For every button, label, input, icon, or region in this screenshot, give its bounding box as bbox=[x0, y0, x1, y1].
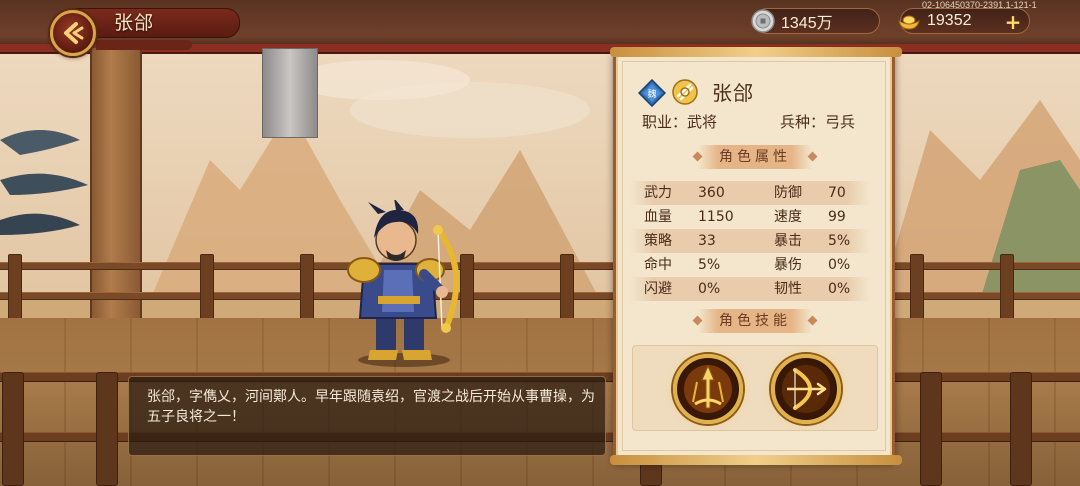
stat-label: 速度 bbox=[774, 209, 802, 225]
back-railing bbox=[0, 254, 1080, 320]
hero-biography-box: 张郃，字儁乂，河间鄚人。早年跟随袁绍，官渡之战后开始从事曹操，为五子良将之一！ bbox=[128, 376, 606, 456]
stat-label: 血量 bbox=[644, 209, 672, 225]
panel-bottom-trim bbox=[610, 455, 902, 465]
stat-value: 0% bbox=[828, 257, 851, 273]
stat-label: 闪避 bbox=[644, 281, 672, 297]
skill-button-arrow-volley[interactable] bbox=[673, 354, 743, 424]
drawn-bow-skill-icon bbox=[782, 365, 830, 413]
silver-coin-icon bbox=[751, 9, 775, 33]
stat-label: 防御 bbox=[774, 185, 802, 201]
pine-tree-silhouette bbox=[0, 130, 88, 235]
troop-type-label: 兵种： bbox=[780, 113, 826, 131]
skills-section-header: 角色技能 bbox=[698, 309, 812, 333]
hanging-banner bbox=[262, 48, 318, 138]
gold-currency: 19352 + bbox=[898, 8, 1030, 34]
stat-row: 武力 360 防御 70 bbox=[630, 181, 870, 205]
stat-label: 命中 bbox=[644, 257, 672, 273]
hero-biography-text: 张郃，字儁乂，河间鄚人。早年跟随袁绍，官渡之战后开始从事曹操，为五子良将之一！ bbox=[147, 389, 595, 425]
stat-value: 99 bbox=[828, 209, 846, 225]
stat-label: 策略 bbox=[644, 233, 672, 249]
arrow-volley-skill-icon bbox=[684, 364, 732, 413]
skill-button-drawn-bow[interactable] bbox=[771, 354, 841, 424]
rank-emblem-icon bbox=[672, 79, 698, 105]
class-value: 武将 bbox=[687, 113, 718, 131]
wei-faction-icon: 魏 bbox=[638, 79, 666, 107]
stat-row: 命中 5% 暴伤 0% bbox=[630, 253, 870, 277]
attributes-table: 武力 360 防御 70 血量 1150 速度 99 策略 33 暴击 5% 命… bbox=[630, 181, 870, 301]
build-version-text: 02-106450370-2391.1-121-1 bbox=[922, 0, 1037, 10]
skills-box bbox=[632, 345, 878, 431]
svg-text:魏: 魏 bbox=[647, 88, 656, 100]
stat-label: 暴击 bbox=[774, 233, 802, 249]
plus-icon[interactable]: + bbox=[1003, 12, 1023, 32]
stat-value: 360 bbox=[698, 185, 725, 201]
stat-label: 韧性 bbox=[774, 281, 802, 297]
stat-value: 70 bbox=[828, 185, 846, 201]
gold-ingot-icon bbox=[898, 15, 920, 30]
stat-value: 0% bbox=[698, 281, 721, 297]
stat-value: 5% bbox=[828, 233, 851, 249]
stat-row: 策略 33 暴击 5% bbox=[630, 229, 870, 253]
title-ribbon-tail bbox=[96, 40, 192, 50]
silver-amount: 1345万 bbox=[781, 15, 833, 32]
troop-type-value: 弓兵 bbox=[825, 113, 856, 131]
stat-value: 0% bbox=[828, 281, 851, 297]
gold-amount: 19352 bbox=[927, 12, 972, 29]
hero-info-panel: 魏 张郃 职业：武将 兵种：弓兵 角色属性 武力 360 防御 70 血量 11… bbox=[610, 47, 902, 465]
attributes-section-header: 角色属性 bbox=[698, 145, 812, 169]
hero-sprite bbox=[347, 200, 460, 367]
stat-label: 暴伤 bbox=[774, 257, 802, 273]
stat-row: 闪避 0% 韧性 0% bbox=[630, 277, 870, 301]
stat-value: 1150 bbox=[698, 209, 734, 225]
stat-value: 5% bbox=[698, 257, 721, 273]
page-title: 张郃 bbox=[114, 12, 155, 34]
panel-top-trim bbox=[610, 47, 902, 57]
class-label: 职业： bbox=[642, 113, 688, 131]
stat-label: 武力 bbox=[644, 185, 672, 201]
back-button[interactable] bbox=[50, 10, 96, 56]
hero-name: 张郃 bbox=[712, 81, 754, 105]
stat-value: 33 bbox=[698, 233, 716, 249]
stat-row: 血量 1150 速度 99 bbox=[630, 205, 870, 229]
back-arrow-icon bbox=[64, 22, 84, 44]
silver-currency: 1345万 bbox=[751, 8, 880, 34]
